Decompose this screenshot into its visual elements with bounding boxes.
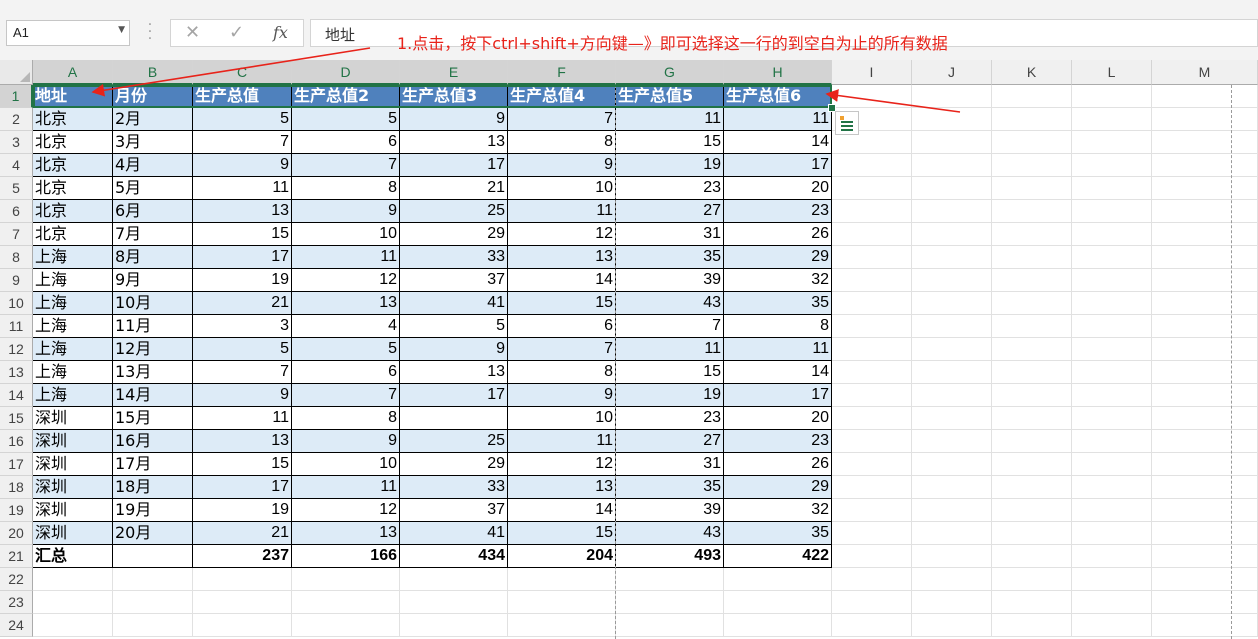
annotation-arrow-right bbox=[825, 89, 961, 113]
annotation-arrows bbox=[91, 47, 961, 113]
annotation-arrow-left bbox=[91, 47, 371, 97]
